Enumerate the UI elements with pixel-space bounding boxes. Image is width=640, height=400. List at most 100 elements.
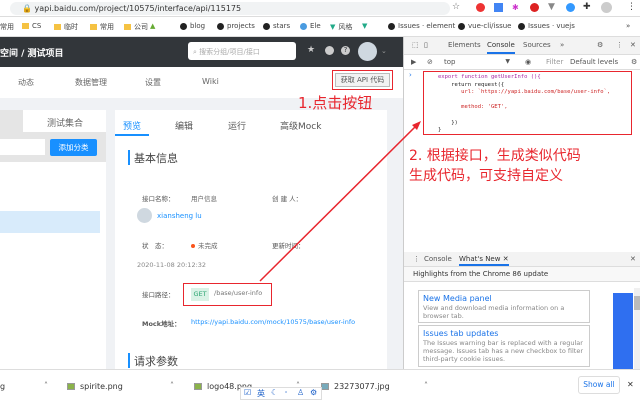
tab-edit[interactable]: 编辑 bbox=[175, 119, 193, 132]
default-levels-select[interactable]: Default levels bbox=[570, 58, 618, 66]
bookmark[interactable]: blog bbox=[180, 22, 205, 30]
vue-devtools-icon[interactable]: ▼ bbox=[548, 2, 555, 12]
extension-icon[interactable] bbox=[476, 3, 485, 12]
github-icon bbox=[217, 22, 224, 30]
tab-sources[interactable]: Sources bbox=[523, 41, 551, 49]
chevron-up-icon[interactable]: ˄ bbox=[170, 381, 174, 390]
eye-icon[interactable]: ◉ bbox=[525, 58, 531, 66]
tab-console[interactable]: Console bbox=[487, 41, 515, 54]
bookmark[interactable]: Issues · vuejs bbox=[518, 22, 575, 30]
moon-icon[interactable]: ☾ bbox=[271, 388, 278, 397]
generated-code[interactable]: export function getUserInfo (){ return r… bbox=[438, 74, 610, 135]
chevron-up-icon[interactable]: ˄ bbox=[44, 381, 48, 390]
filter-input[interactable] bbox=[0, 139, 45, 155]
bookmark-folder[interactable]: 常用 bbox=[90, 22, 114, 32]
tab-test-collection[interactable]: 测试集合 bbox=[47, 116, 83, 129]
tab-wiki[interactable]: Wiki bbox=[202, 77, 219, 86]
add-icon[interactable] bbox=[325, 46, 334, 55]
folder-icon bbox=[124, 24, 131, 30]
extension-icon[interactable] bbox=[566, 3, 575, 12]
left-panel: 测试集合 添加分类 bbox=[0, 110, 106, 369]
get-api-code-button[interactable]: 获取 API 代码 bbox=[335, 73, 390, 87]
status-badge: 未完成 bbox=[191, 240, 218, 250]
download-item[interactable]: spirite.png bbox=[67, 382, 123, 391]
download-item[interactable]: 23273077.jpg bbox=[321, 382, 390, 391]
menu-icon[interactable]: ⋮ bbox=[627, 2, 636, 12]
add-category-button[interactable]: 添加分类 bbox=[50, 139, 97, 156]
close-icon[interactable]: ✕ bbox=[630, 41, 636, 49]
ime-logo-icon[interactable]: ☑ bbox=[244, 388, 251, 397]
console-settings-icon[interactable]: ⚙ bbox=[631, 58, 637, 66]
tab-advanced-mock[interactable]: 高级Mock bbox=[280, 119, 321, 132]
context-select[interactable]: top ▼ bbox=[444, 58, 510, 66]
star-icon[interactable]: ★ bbox=[307, 45, 315, 55]
chevron-up-icon[interactable]: ˄ bbox=[424, 381, 428, 390]
inspect-icon[interactable]: ⬚ bbox=[412, 41, 419, 49]
devtools-panel: ⬚ ▯ Elements Console Sources » ⚙ ⋮ ✕ ▶ ⊘… bbox=[403, 37, 640, 369]
creator-link[interactable]: xiansheng lu bbox=[157, 212, 202, 220]
element-icon bbox=[300, 22, 307, 30]
help-icon[interactable]: ? bbox=[341, 46, 350, 55]
card-new-media-panel[interactable]: New Media panel View and download media i… bbox=[418, 290, 590, 323]
bookmark-folder[interactable]: 公司 bbox=[124, 22, 148, 32]
ime-language-toggle[interactable]: 英 bbox=[257, 388, 265, 399]
tab-settings[interactable]: 设置 bbox=[145, 77, 161, 88]
status-label: 状 态： bbox=[142, 242, 168, 250]
bookmark-folder[interactable]: CS bbox=[22, 22, 41, 30]
card-issues-tab[interactable]: Issues tab updates The Issues warning bar… bbox=[418, 325, 590, 367]
tab-activity[interactable]: 动态 bbox=[18, 77, 34, 88]
scrollbar[interactable] bbox=[634, 288, 640, 369]
mock-url-link[interactable]: https://yapi.baidu.com/mock/10575/base/u… bbox=[191, 318, 355, 326]
tab-run[interactable]: 运行 bbox=[228, 119, 246, 132]
sidebar-toggle-icon[interactable]: ▶ bbox=[411, 58, 416, 66]
drawer-tab-console[interactable]: Console bbox=[424, 255, 452, 263]
bookmark[interactable]: 常用 bbox=[0, 22, 14, 32]
translate-icon[interactable] bbox=[494, 3, 503, 12]
clear-console-icon[interactable]: ⊘ bbox=[427, 58, 433, 66]
bookmark[interactable]: projects bbox=[217, 22, 255, 30]
user-avatar[interactable] bbox=[358, 42, 377, 61]
more-tabs-icon[interactable]: » bbox=[560, 41, 564, 49]
image-bookmark-icon[interactable]: ▲ bbox=[150, 22, 155, 30]
puzzle-icon[interactable]: ✚ bbox=[583, 2, 591, 12]
chevron-down-icon[interactable]: ⌄ bbox=[381, 47, 387, 55]
drawer-menu-icon[interactable]: ⋮ bbox=[413, 255, 420, 263]
bookmark-folder[interactable]: 临时 bbox=[54, 22, 78, 32]
section-basic-info: 基本信息 bbox=[134, 152, 178, 165]
punctuation-icon[interactable]: ˒ bbox=[285, 388, 287, 397]
bookmarks-bar: 常用 CS 临时 常用 公司 ▲ blog projects stars Ele… bbox=[0, 17, 640, 37]
lock-icon: 🔒 bbox=[22, 4, 32, 13]
kebab-menu-icon[interactable]: ⋮ bbox=[616, 41, 623, 49]
bookmark[interactable]: stars bbox=[263, 22, 290, 30]
settings-icon[interactable]: ⚙ bbox=[310, 388, 317, 397]
profile-avatar[interactable] bbox=[601, 2, 612, 13]
folder-icon bbox=[90, 24, 97, 30]
extension-icon[interactable] bbox=[530, 3, 539, 12]
url-input[interactable]: 🔒 yapi.baidu.com/project/10575/interface… bbox=[10, 2, 450, 15]
bookmark[interactable]: Ele bbox=[300, 22, 321, 30]
device-toolbar-icon[interactable]: ▯ bbox=[424, 41, 428, 49]
tab-elements[interactable]: Elements bbox=[448, 41, 481, 49]
search-input[interactable]: ⌕ 搜索分组/项目/接口 bbox=[188, 42, 296, 60]
name-label: 接口名称： bbox=[142, 195, 175, 203]
gear-icon[interactable]: ⚙ bbox=[597, 41, 603, 49]
bookmark[interactable]: Issues · element bbox=[388, 22, 455, 30]
bookmark[interactable]: ▼ 风格 bbox=[330, 22, 352, 32]
breadcrumb[interactable]: 空间 / 测试项目 bbox=[0, 46, 64, 59]
close-drawer-icon[interactable]: ✕ bbox=[630, 255, 636, 263]
extension-icon[interactable]: ✱ bbox=[512, 3, 521, 12]
drawer-tab-whats-new[interactable]: What's New ✕ bbox=[459, 255, 509, 266]
tab-data-management[interactable]: 数据管理 bbox=[75, 77, 107, 88]
more-bookmarks-icon[interactable]: » bbox=[626, 22, 630, 30]
bookmark[interactable]: vue-cli/issue bbox=[458, 22, 512, 30]
tab-preview[interactable]: 预览 bbox=[123, 119, 141, 132]
download-item[interactable]: g bbox=[0, 382, 5, 391]
star-icon[interactable]: ☆ bbox=[452, 2, 460, 12]
selected-interface-row[interactable] bbox=[0, 211, 100, 233]
user-icon[interactable]: ♙ bbox=[297, 388, 304, 397]
show-all-button[interactable]: Show all bbox=[578, 376, 620, 394]
path-label: 接口路径： bbox=[142, 291, 175, 299]
filter-input[interactable]: Filter bbox=[546, 58, 563, 66]
close-downloads-icon[interactable]: ✕ bbox=[627, 380, 634, 389]
vue-bookmark-icon[interactable]: ▼ bbox=[362, 22, 367, 30]
